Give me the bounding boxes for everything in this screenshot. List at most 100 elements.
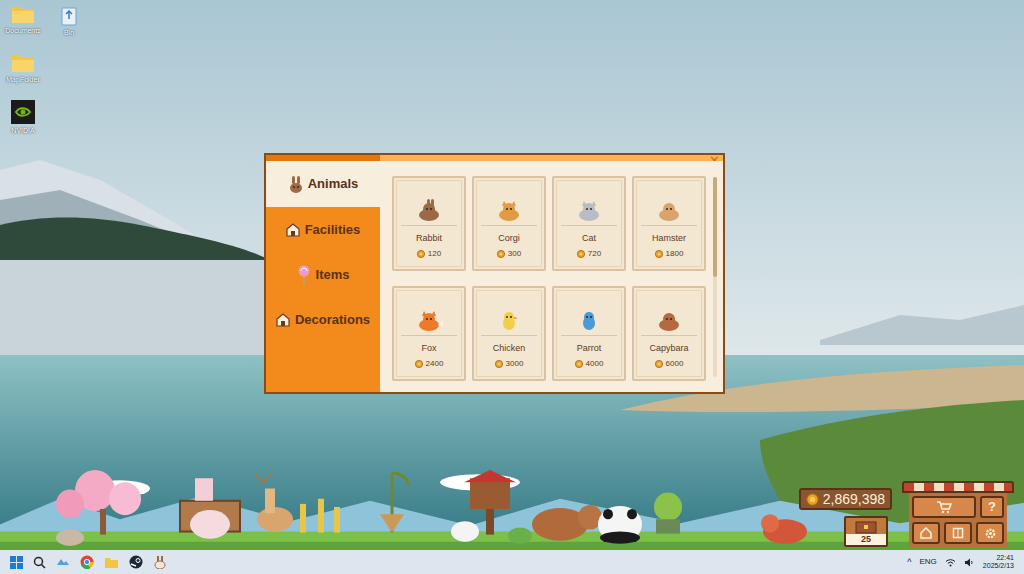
animal-icon: [494, 307, 524, 333]
nvidia-icon: [11, 100, 35, 124]
desktop-icon[interactable]: NVIDIA: [1, 100, 45, 135]
volume-icon[interactable]: [964, 558, 975, 567]
desktop: DocumentsBinMapFolderNVIDIA✕AnimalsFacil…: [0, 0, 1024, 550]
facility-icon: [286, 223, 300, 237]
desktop-icon-label: MapFolder: [6, 75, 39, 84]
animal-icon: [494, 197, 524, 223]
coin-icon: [655, 250, 663, 258]
rabbit-icon: [288, 175, 304, 193]
item-price: 300: [497, 249, 521, 259]
item-name: Corgi: [498, 233, 520, 244]
shop-item-card[interactable]: Hamster1800: [632, 176, 706, 271]
coin-icon: [577, 250, 585, 258]
gift-box[interactable]: 25: [844, 516, 888, 547]
item-name: Fox: [421, 343, 436, 354]
shop-tab[interactable]: Items: [266, 252, 380, 297]
coin-icon: [495, 360, 503, 368]
folder-icon: [11, 53, 35, 73]
animal-icon: [414, 197, 444, 223]
shop-button[interactable]: [912, 496, 976, 518]
shop-item-card[interactable]: Parrot 4000: [552, 286, 626, 381]
game-hud: 2,869,398 25?: [799, 481, 1014, 547]
item-price: 1800: [655, 249, 684, 259]
card-divider: [481, 335, 537, 336]
home-button[interactable]: [912, 522, 940, 544]
game-strip: 2,869,398 25?: [0, 468, 1024, 550]
desktop-icons: Documents Bin MapFolder NVIDIA: [0, 0, 1024, 135]
coin-counter: 2,869,398: [799, 488, 892, 510]
shop-tab-label: Items: [316, 265, 350, 285]
widgets-icon[interactable]: [56, 555, 70, 569]
book-button[interactable]: [944, 522, 972, 544]
card-divider: [641, 225, 697, 226]
item-price: 4000: [575, 359, 604, 369]
shop-item-card[interactable]: Capybara 6000: [632, 286, 706, 381]
steam-icon[interactable]: [129, 555, 143, 569]
tray-arrow[interactable]: ^: [907, 557, 911, 567]
desktop-icon-label: NVIDIA: [11, 126, 34, 135]
card-divider: [561, 225, 617, 226]
shop-item-card[interactable]: Corgi 300: [472, 176, 546, 271]
file-explorer-icon[interactable]: [104, 556, 119, 569]
coin-icon: [575, 360, 583, 368]
windows-start-icon[interactable]: [10, 556, 23, 569]
clock[interactable]: 22:412025/2/13: [983, 554, 1014, 570]
desktop-icon[interactable]: Documents: [1, 4, 45, 37]
settings-button[interactable]: [976, 522, 1004, 544]
card-divider: [401, 225, 457, 226]
shop-content: Rabbit120 Corgi 300 Cat720Hamster1800 Fox 240…: [380, 161, 723, 392]
card-divider: [561, 335, 617, 336]
language-indicator[interactable]: ENG: [920, 557, 937, 567]
recycle-bin-icon: [59, 4, 79, 26]
shop-item-card[interactable]: Cat720: [552, 176, 626, 271]
card-divider: [481, 225, 537, 226]
item-price: 2400: [415, 359, 444, 369]
lollipop-icon: [297, 265, 311, 285]
shop-stall: ?: [902, 481, 1014, 547]
item-price: 6000: [655, 359, 684, 369]
scrollbar[interactable]: [713, 177, 717, 377]
home-icon: [920, 527, 932, 539]
item-name: Chicken: [493, 343, 526, 354]
folder-icon: [11, 4, 35, 24]
gift-count: 25: [846, 534, 886, 545]
shop-tab[interactable]: Facilities: [266, 207, 380, 252]
item-name: Capybara: [649, 343, 688, 354]
desktop-icon[interactable]: Bin: [47, 4, 91, 37]
shop-item-card[interactable]: Fox 2400: [392, 286, 466, 381]
shop-tab[interactable]: Decorations: [266, 297, 380, 342]
help-button[interactable]: ?: [980, 496, 1004, 518]
shop-sidebar: Animals Facilities Items Decorations: [266, 161, 380, 392]
chest-icon: [855, 520, 877, 534]
desktop-icon[interactable]: MapFolder: [1, 53, 45, 84]
shop-tab-label: Decorations: [295, 310, 370, 330]
shop-tab-label: Animals: [308, 174, 359, 194]
shop-item-card[interactable]: Chicken3000: [472, 286, 546, 381]
shop-window: ✕AnimalsFacilitiesItemsDecorationsRabbit…: [264, 153, 725, 394]
card-divider: [401, 335, 457, 336]
item-price: 120: [417, 249, 441, 259]
scrollbar-thumb[interactable]: [713, 177, 717, 277]
item-name: Parrot: [577, 343, 602, 354]
animal-icon: [654, 197, 684, 223]
desktop-icon-label: Bin: [64, 28, 74, 37]
coin-icon: [655, 360, 663, 368]
game-taskbar-icon[interactable]: [153, 555, 167, 569]
desktop-icon-label: Documents: [5, 26, 40, 35]
book-icon: [952, 527, 964, 539]
shop-item-card[interactable]: Rabbit120: [392, 176, 466, 271]
wifi-icon[interactable]: [945, 558, 956, 567]
search-icon[interactable]: [33, 556, 46, 569]
shop-item-grid: Rabbit120 Corgi 300 Cat720Hamster1800 Fox 240…: [392, 176, 706, 381]
shop-tab[interactable]: Animals: [266, 161, 380, 207]
stall-roof: [902, 481, 1014, 493]
chrome-icon[interactable]: [80, 555, 94, 569]
desktop-screen: DocumentsBinMapFolderNVIDIA✕AnimalsFacil…: [0, 0, 1024, 574]
item-price: 720: [577, 249, 601, 259]
clock-date: 2025/2/13: [983, 562, 1014, 570]
animal-icon: [414, 307, 444, 333]
card-divider: [641, 335, 697, 336]
animal-icon: [574, 197, 604, 223]
coin-icon: [806, 493, 819, 506]
coin-icon: [497, 250, 505, 258]
